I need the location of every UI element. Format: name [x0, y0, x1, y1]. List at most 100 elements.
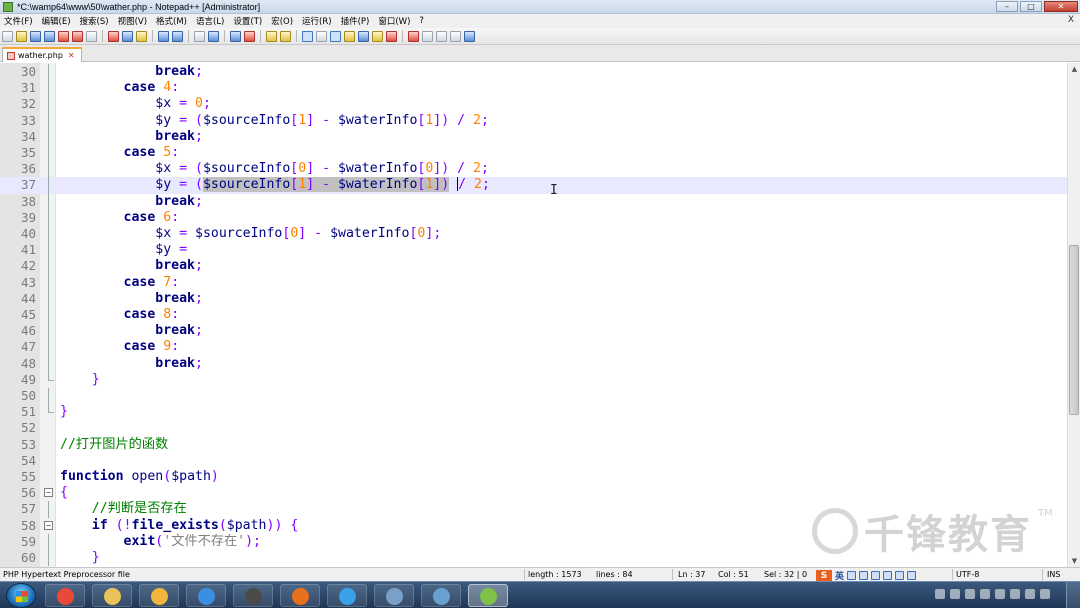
ime-punct-icon[interactable] [859, 571, 869, 580]
taskbar-sogou-button[interactable] [327, 584, 367, 607]
menu-file[interactable]: 文件(F) [4, 15, 33, 27]
print-icon[interactable] [86, 30, 97, 42]
menu-edit[interactable]: 编辑(E) [42, 15, 71, 27]
vertical-scrollbar[interactable]: ▲ ▼ [1067, 63, 1080, 567]
fold-line [48, 501, 49, 518]
taskbar-sublime-button[interactable] [233, 584, 273, 607]
sync-vertical-icon[interactable] [266, 30, 277, 42]
line-number: 31 [20, 80, 36, 96]
keyword: case [123, 339, 156, 355]
show-desktop-button[interactable] [1066, 582, 1080, 608]
status-divider [1042, 569, 1043, 580]
code-line-32: $x = 0; [155, 96, 211, 112]
store-icon [386, 588, 403, 605]
function-list-icon[interactable] [372, 30, 383, 42]
word-wrap-icon[interactable] [302, 30, 313, 42]
tray-app-icon[interactable] [995, 589, 1005, 599]
scrollbar-thumb[interactable] [1069, 245, 1079, 415]
code-editor[interactable]: 30 31 32 33 34 35 36 37 38 39 40 41 42 43 44 45 46 47 48 49… [0, 63, 1067, 567]
menu-language[interactable]: 语言(L) [196, 15, 224, 27]
variable: $sourceInfo [195, 226, 283, 241]
save-macro-icon[interactable] [464, 30, 475, 42]
tray-app-icon[interactable] [980, 589, 990, 599]
doc-map-icon[interactable] [358, 30, 369, 42]
taskbar-firefox-button[interactable] [280, 584, 320, 607]
ime-tools-icon[interactable] [907, 571, 917, 580]
menu-macro[interactable]: 宏(O) [271, 15, 293, 27]
volume-icon[interactable] [1040, 589, 1050, 599]
notepadpp-app-icon[interactable] [3, 1, 13, 12]
unsaved-file-icon [7, 51, 15, 60]
sogou-logo-icon[interactable]: S [816, 569, 832, 582]
minimize-button[interactable]: – [996, 1, 1018, 12]
code-line-43: case 7: [123, 274, 180, 290]
ime-keyboard-icon[interactable] [871, 571, 881, 580]
menu-window[interactable]: 窗口(W) [378, 15, 410, 27]
menu-plugins[interactable]: 插件(P) [341, 15, 370, 27]
new-file-icon[interactable] [2, 30, 13, 42]
sync-horizontal-icon[interactable] [280, 30, 291, 42]
taskbar-notepadpp-button[interactable] [468, 584, 508, 607]
status-encoding: UTF-8 [956, 570, 980, 579]
define-language-icon[interactable] [344, 30, 355, 42]
redo-icon[interactable] [172, 30, 183, 42]
record-macro-icon[interactable] [408, 30, 419, 42]
network-icon[interactable] [1025, 589, 1035, 599]
save-all-icon[interactable] [44, 30, 55, 42]
taskbar-store-button[interactable] [374, 584, 414, 607]
paste-icon[interactable] [136, 30, 147, 42]
find-icon[interactable] [194, 30, 205, 42]
scroll-down-icon[interactable]: ▼ [1069, 556, 1080, 566]
copy-icon[interactable] [122, 30, 133, 42]
indent-guide-icon[interactable] [330, 30, 341, 42]
tray-app-icon[interactable] [950, 589, 960, 599]
tab-close-icon[interactable]: ✕ [68, 51, 75, 60]
fold-toggle-icon[interactable]: − [44, 488, 53, 498]
line-number: 59 [20, 533, 36, 549]
zoom-in-icon[interactable] [230, 30, 241, 42]
open-file-icon[interactable] [16, 30, 27, 42]
menu-format[interactable]: 格式(M) [156, 15, 187, 27]
undo-icon[interactable] [158, 30, 169, 42]
taskbar-ie-button[interactable] [186, 584, 226, 607]
taskbar-explorer-button[interactable] [92, 584, 132, 607]
fold-line [48, 145, 49, 162]
ime-user-icon[interactable] [883, 571, 893, 580]
taskbar-folder-button[interactable] [421, 584, 461, 607]
fold-toggle-icon[interactable]: − [44, 520, 53, 530]
close-all-icon[interactable] [72, 30, 83, 42]
folder-workspace-icon[interactable] [386, 30, 397, 42]
code-line-49: } [60, 372, 100, 388]
play-macro-icon[interactable] [436, 30, 447, 42]
menu-search[interactable]: 搜索(S) [80, 15, 109, 27]
tray-app-icon[interactable] [965, 589, 975, 599]
close-file-icon[interactable] [58, 30, 69, 42]
code-line-56: { [60, 485, 68, 501]
scroll-up-icon[interactable]: ▲ [1069, 64, 1080, 74]
close-button[interactable]: ✕ [1044, 1, 1078, 12]
close-document-mark[interactable]: X [1068, 15, 1074, 25]
keyword: break [155, 258, 195, 274]
taskbar-chrome-button[interactable] [45, 584, 85, 607]
maximize-button[interactable]: □ [1020, 1, 1042, 12]
tray-app-icon[interactable] [1010, 589, 1020, 599]
code-line-38: break; [155, 193, 203, 209]
watermark-tm: TM [1038, 508, 1053, 519]
menu-help[interactable]: ? [419, 16, 424, 26]
menu-settings[interactable]: 设置(T) [233, 15, 262, 27]
save-icon[interactable] [30, 30, 41, 42]
zoom-out-icon[interactable] [244, 30, 255, 42]
replace-icon[interactable] [208, 30, 219, 42]
stop-macro-icon[interactable] [422, 30, 433, 42]
menu-run[interactable]: 运行(R) [302, 15, 332, 27]
start-button[interactable] [6, 583, 36, 608]
tray-app-icon[interactable] [935, 589, 945, 599]
menu-view[interactable]: 视图(V) [118, 15, 147, 27]
tab-wather-php[interactable]: wather.php ✕ [2, 47, 82, 62]
run-macro-multiple-icon[interactable] [450, 30, 461, 42]
show-all-chars-icon[interactable] [316, 30, 327, 42]
cut-icon[interactable] [108, 30, 119, 42]
taskbar-paw-button[interactable] [139, 584, 179, 607]
ime-moon-icon[interactable] [847, 571, 857, 580]
ime-skin-icon[interactable] [895, 571, 905, 580]
